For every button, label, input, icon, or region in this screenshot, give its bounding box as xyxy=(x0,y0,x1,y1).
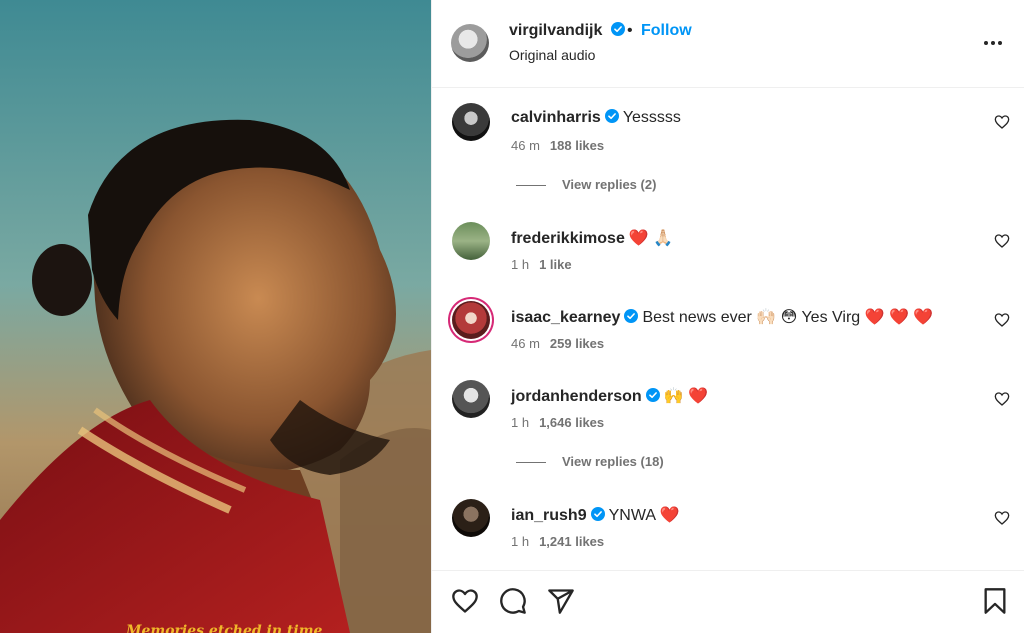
comment-time[interactable]: 46 m xyxy=(511,336,540,351)
verified-badge-icon xyxy=(610,22,625,36)
bookmark-icon[interactable] xyxy=(981,587,1009,615)
comment-username[interactable]: calvinharris xyxy=(511,109,601,126)
like-comment-heart-icon[interactable] xyxy=(994,114,1010,130)
follow-button[interactable]: Follow xyxy=(641,22,692,40)
comment-avatar-with-story[interactable] xyxy=(452,301,490,339)
like-comment-heart-icon[interactable] xyxy=(994,391,1010,407)
comments-list[interactable]: calvinharris Yesssss 46 m 188 likes View r… xyxy=(432,89,1024,569)
media-caption: Memories etched in time xyxy=(126,623,323,633)
author-username[interactable]: virgilvandijk xyxy=(509,22,625,40)
more-dot xyxy=(984,41,988,45)
comment-text: ❤️ 🙏🏻 xyxy=(628,230,674,247)
post-detail-panel: virgilvandijk • Follow Original audio ca… xyxy=(431,0,1024,633)
comment-username[interactable]: jordanhenderson xyxy=(511,388,642,405)
comment-username[interactable]: frederikkimose xyxy=(511,230,625,247)
verified-badge-icon xyxy=(590,507,605,521)
author-avatar[interactable] xyxy=(451,24,489,62)
comment-likes[interactable]: 1,241 likes xyxy=(539,534,604,549)
comment-text: YNWA ❤️ xyxy=(608,507,680,524)
view-replies-label[interactable]: View replies (18) xyxy=(562,454,664,469)
comment-username[interactable]: ian_rush9 xyxy=(511,507,587,524)
verified-badge-icon xyxy=(624,309,639,323)
comment-text: 🙌 ❤️ xyxy=(663,388,708,405)
comment-likes[interactable]: 259 likes xyxy=(550,336,604,351)
more-dot xyxy=(991,41,995,45)
audio-label[interactable]: Original audio xyxy=(509,47,595,63)
share-icon[interactable] xyxy=(547,587,575,615)
replies-divider xyxy=(516,185,546,187)
comment-text: Yesssss xyxy=(622,109,681,126)
post-header: virgilvandijk • Follow Original audio xyxy=(432,0,1024,88)
comment-time[interactable]: 1 h xyxy=(511,415,529,430)
comment-time[interactable]: 46 m xyxy=(511,138,540,153)
heart-icon[interactable] xyxy=(451,587,479,615)
comment-avatar[interactable] xyxy=(452,499,490,537)
separator-dot: • xyxy=(627,22,633,39)
verified-badge-icon xyxy=(604,109,619,123)
like-comment-heart-icon[interactable] xyxy=(994,233,1010,249)
comment-text: Best news ever 🙌🏻 😳 Yes Virg ❤️ ❤️ ❤️ xyxy=(642,309,934,326)
comment-icon[interactable] xyxy=(499,587,527,615)
like-comment-heart-icon[interactable] xyxy=(994,510,1010,526)
comment-likes[interactable]: 1,646 likes xyxy=(539,415,604,430)
more-dot xyxy=(998,41,1002,45)
post-media[interactable]: Memories etched in time xyxy=(0,0,431,633)
author-username-text[interactable]: virgilvandijk xyxy=(509,22,602,39)
view-replies-button[interactable]: View replies (18) xyxy=(516,454,664,469)
comment-time[interactable]: 1 h xyxy=(511,534,529,549)
comment-likes[interactable]: 1 like xyxy=(539,257,572,272)
like-comment-heart-icon[interactable] xyxy=(994,312,1010,328)
more-options-icon[interactable] xyxy=(981,33,1005,53)
view-replies-button[interactable]: View replies (2) xyxy=(516,177,656,192)
comment-time[interactable]: 1 h xyxy=(511,257,529,272)
comment-username[interactable]: isaac_kearney xyxy=(511,309,620,326)
replies-divider xyxy=(516,462,546,464)
verified-badge-icon xyxy=(645,388,660,402)
comment-likes[interactable]: 188 likes xyxy=(550,138,604,153)
post-actions-bar xyxy=(432,570,1024,633)
player-portrait-image xyxy=(0,0,431,633)
comment-avatar[interactable] xyxy=(452,103,490,141)
view-replies-label[interactable]: View replies (2) xyxy=(562,177,656,192)
comment-avatar[interactable] xyxy=(452,380,490,418)
comment-avatar[interactable] xyxy=(452,222,490,260)
